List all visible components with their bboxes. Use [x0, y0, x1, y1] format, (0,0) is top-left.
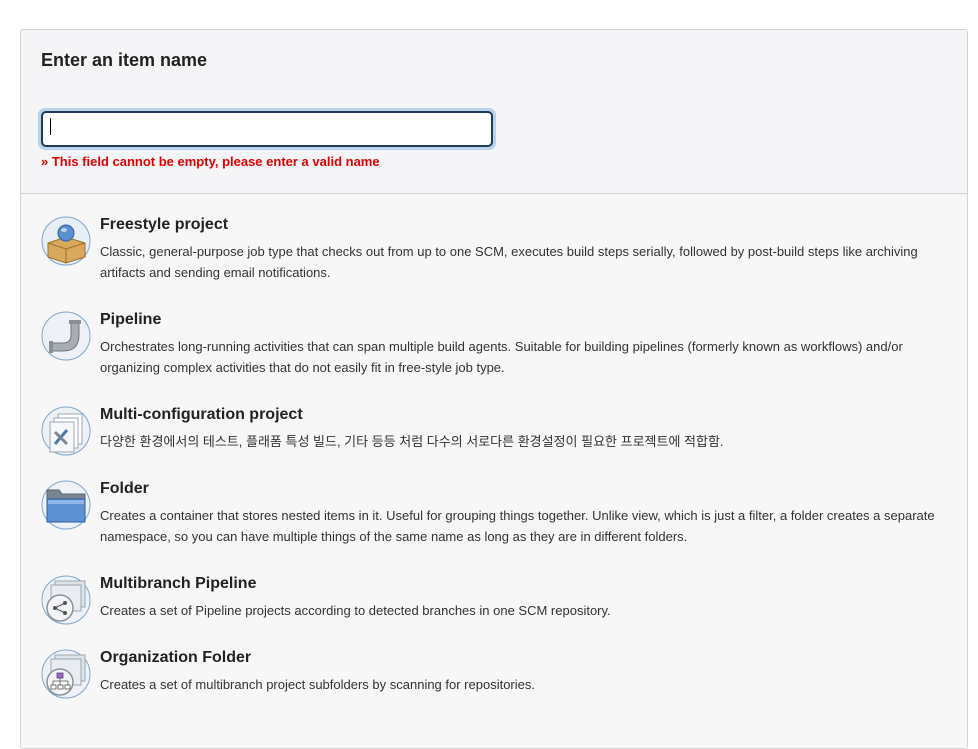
item-name-input[interactable]: [41, 111, 493, 147]
text-caret: [50, 118, 51, 135]
item-type-description: Creates a set of multibranch project sub…: [100, 677, 535, 692]
item-type-description: Creates a container that stores nested i…: [100, 508, 935, 544]
item-name-input-focus-ring: [38, 108, 496, 150]
item-type-name: Organization Folder: [100, 649, 252, 666]
item-type-name: Multibranch Pipeline: [100, 575, 257, 592]
new-item-panel: Enter an item name » This field cannot b…: [20, 29, 968, 749]
validation-error: » This field cannot be empty, please ent…: [41, 154, 380, 169]
organization-folder-icon: [41, 649, 91, 699]
item-type-name: Multi-configuration project: [100, 406, 303, 423]
pipeline-icon: [41, 311, 91, 361]
item-type-name: Freestyle project: [100, 216, 229, 233]
item-type-description: 다양한 환경에서의 테스트, 플래폼 특성 빌드, 기타 등등 처럼 다수의 서…: [100, 434, 724, 449]
multi-configuration-icon: [41, 406, 91, 456]
freestyle-project-icon: [41, 216, 91, 266]
item-type-description: Classic, general-purpose job type that c…: [100, 244, 918, 280]
item-type-name: Pipeline: [100, 311, 162, 328]
item-name-section: Enter an item name » This field cannot b…: [21, 30, 967, 194]
multibranch-pipeline-icon: [41, 575, 91, 625]
item-type-name: Folder: [100, 480, 149, 497]
folder-icon: [41, 480, 91, 530]
page-title: Enter an item name: [41, 50, 208, 70]
item-type-description: Orchestrates long-running activities tha…: [100, 339, 903, 375]
item-type-description: Creates a set of Pipeline projects accor…: [100, 603, 611, 618]
